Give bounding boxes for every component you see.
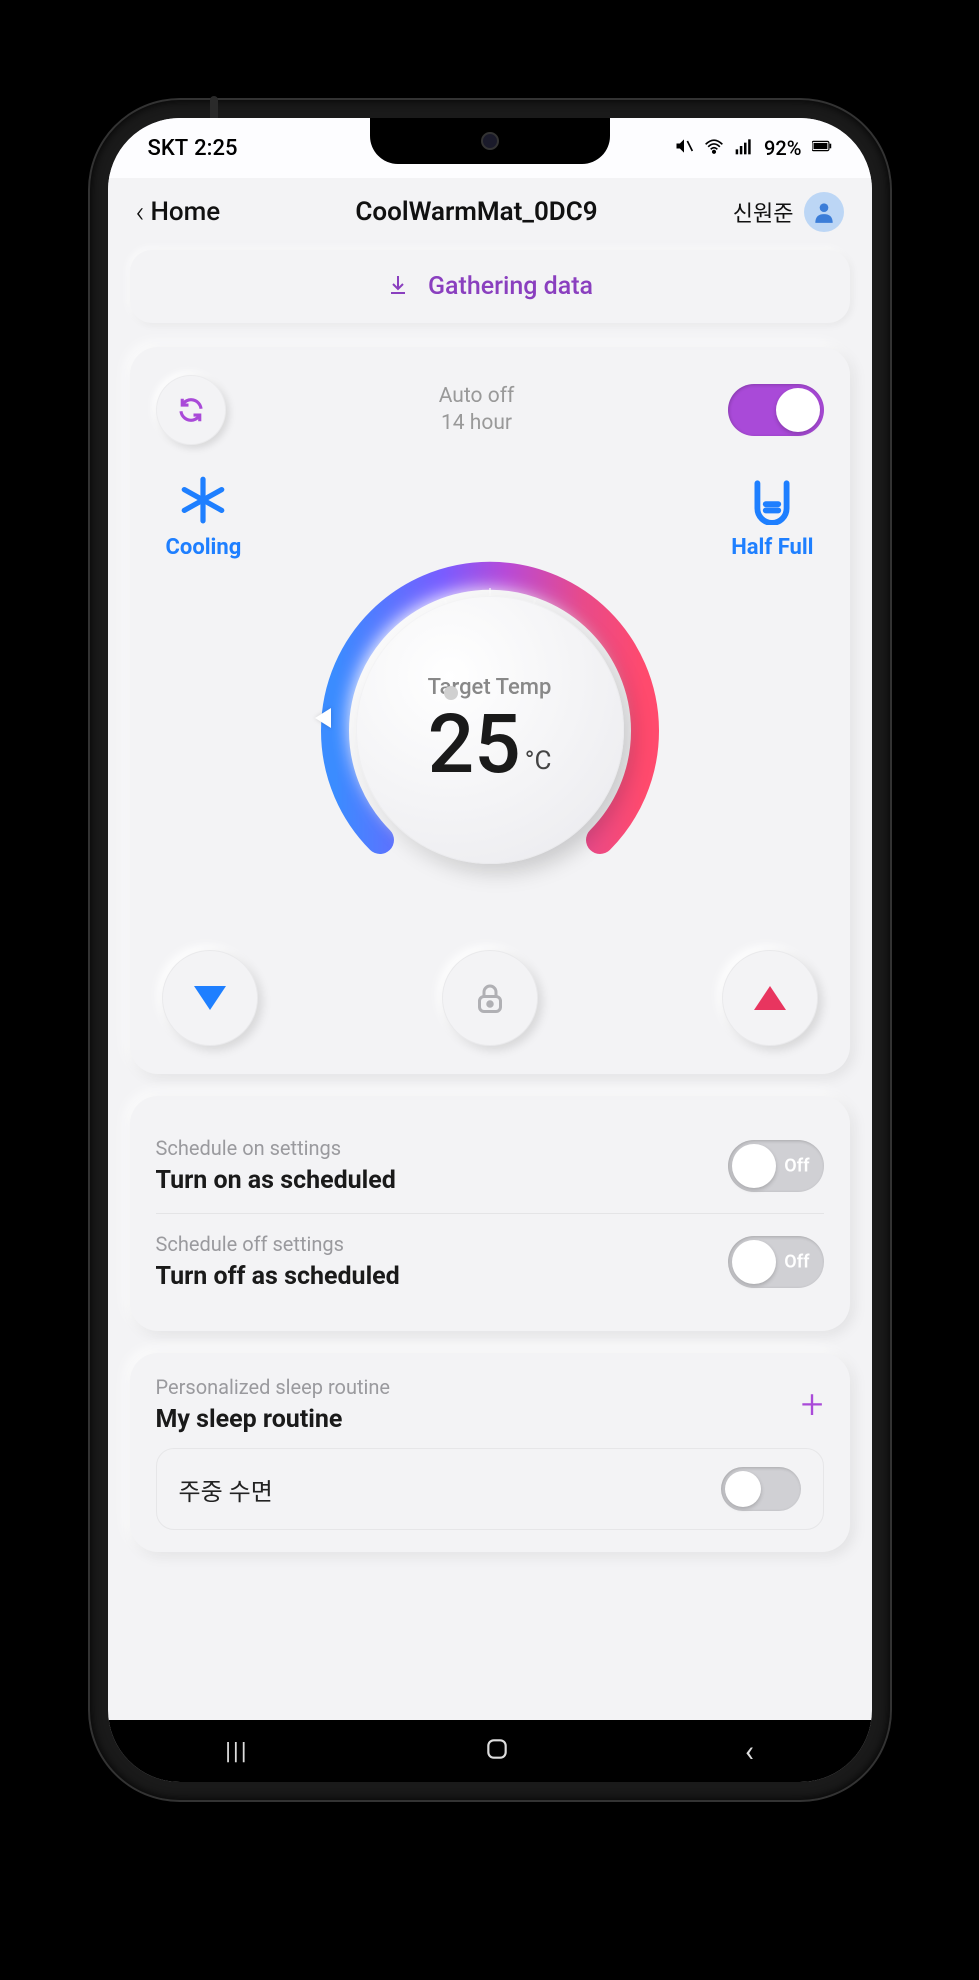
- auto-off-label: Auto off 14 hour: [439, 383, 515, 438]
- back-label: Home: [150, 197, 220, 227]
- schedule-off-toggle[interactable]: Off: [728, 1236, 824, 1288]
- water-level-icon: [747, 475, 797, 525]
- temperature-dial[interactable]: Target Temp 25 °C: [300, 540, 680, 920]
- snowflake-icon: [178, 475, 228, 525]
- mode-cooling[interactable]: Cooling: [166, 475, 242, 560]
- signal-icon: [734, 136, 754, 161]
- add-routine-button[interactable]: +: [801, 1381, 824, 1428]
- routine-item[interactable]: 주중 수면: [156, 1448, 824, 1530]
- chevron-left-icon: ‹: [136, 195, 145, 230]
- schedule-off-title: Turn off as scheduled: [156, 1262, 400, 1291]
- carrier-label: SKT: [148, 136, 189, 161]
- schedule-off-setting[interactable]: Schedule off settings Turn off as schedu…: [156, 1232, 400, 1291]
- wifi-icon: [704, 136, 724, 161]
- recents-button[interactable]: |||: [225, 1737, 249, 1765]
- refresh-button[interactable]: [156, 375, 226, 445]
- android-nav-bar: ||| ‹: [108, 1720, 872, 1782]
- mute-icon: [674, 136, 694, 161]
- routine-caption: Personalized sleep routine: [156, 1375, 391, 1399]
- power-toggle[interactable]: [728, 384, 824, 436]
- schedule-on-setting[interactable]: Schedule on settings Turn on as schedule…: [156, 1136, 396, 1195]
- clock: 2:25: [194, 136, 237, 161]
- user-name: 신원준: [733, 196, 794, 228]
- avatar[interactable]: [804, 192, 844, 232]
- toggle-state-label: Off: [784, 1155, 809, 1176]
- banner-text: Gathering data: [428, 272, 593, 301]
- download-icon: [386, 273, 410, 301]
- temp-down-button[interactable]: [162, 950, 258, 1046]
- triangle-up-icon: [754, 986, 786, 1010]
- schedule-on-toggle[interactable]: Off: [728, 1140, 824, 1192]
- mode-cooling-label: Cooling: [166, 535, 242, 560]
- back-button[interactable]: ‹ Home: [136, 195, 221, 230]
- battery-icon: [812, 136, 832, 161]
- lock-button[interactable]: [442, 950, 538, 1046]
- schedule-on-title: Turn on as scheduled: [156, 1166, 396, 1195]
- battery-pct: 92%: [764, 136, 801, 160]
- routine-item-toggle[interactable]: [721, 1467, 801, 1511]
- triangle-down-icon: [194, 986, 226, 1010]
- schedule-on-caption: Schedule on settings: [156, 1136, 396, 1160]
- schedule-card: Schedule on settings Turn on as schedule…: [130, 1096, 850, 1331]
- target-temp-value: 25: [428, 704, 521, 786]
- routine-card: Personalized sleep routine My sleep rout…: [130, 1353, 850, 1552]
- home-button[interactable]: [484, 1736, 510, 1766]
- page-title: CoolWarmMat_0DC9: [220, 197, 733, 227]
- status-banner[interactable]: Gathering data: [130, 250, 850, 323]
- water-level-label: Half Full: [731, 535, 813, 560]
- water-level[interactable]: Half Full: [731, 475, 813, 560]
- temp-unit: °C: [525, 748, 552, 774]
- dial-pointer-icon: [315, 708, 331, 728]
- main-card: Auto off 14 hour Cooling: [130, 347, 850, 1074]
- schedule-off-caption: Schedule off settings: [156, 1232, 400, 1256]
- back-button-nav[interactable]: ‹: [745, 1734, 754, 1769]
- routine-item-label: 주중 수면: [179, 1472, 273, 1507]
- toggle-state-label: Off: [784, 1251, 809, 1272]
- routine-title: My sleep routine: [156, 1405, 391, 1434]
- temp-up-button[interactable]: [722, 950, 818, 1046]
- app-header: ‹ Home CoolWarmMat_0DC9 신원준: [108, 178, 872, 250]
- lock-icon: [472, 980, 508, 1016]
